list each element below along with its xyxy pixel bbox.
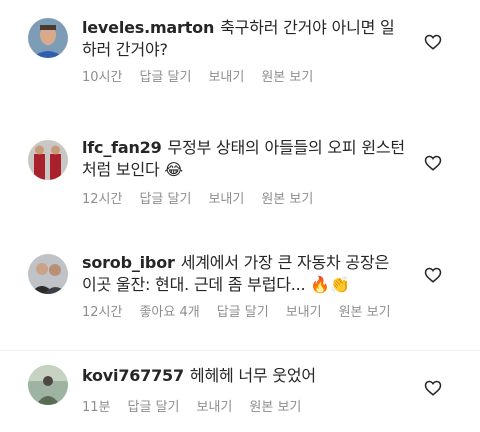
comment-time: 12시간 [82, 192, 123, 207]
reply-button[interactable]: 답글 달기 [217, 305, 269, 320]
comment-actions: 11분 답글 달기 보내기 원본 보기 [82, 396, 318, 415]
comment-text-block: kovi767757 헤헤헤 너무 웃었어 [82, 365, 407, 387]
heart-icon[interactable] [424, 154, 442, 172]
send-button[interactable]: 보내기 [286, 305, 322, 320]
avatar-image [28, 140, 68, 180]
comment-body: 헤헤헤 너무 웃었어 [189, 366, 316, 385]
comment-time: 10시간 [82, 70, 123, 85]
comment-username[interactable]: lfc_fan29 [82, 138, 162, 157]
see-original-button[interactable]: 원본 보기 [249, 400, 301, 415]
comment-actions: 10시간 답글 달기 보내기 원본 보기 [82, 66, 330, 85]
avatar[interactable] [28, 140, 68, 180]
comment-username[interactable]: kovi767757 [82, 366, 184, 385]
heart-icon[interactable] [424, 33, 442, 51]
comment-time: 12시간 [82, 305, 123, 320]
send-button[interactable]: 보내기 [208, 70, 244, 85]
reply-button[interactable]: 답글 달기 [139, 192, 191, 207]
see-original-button[interactable]: 원본 보기 [261, 70, 313, 85]
heart-icon[interactable] [424, 379, 442, 397]
comment-time: 11분 [82, 400, 111, 415]
avatar-image [28, 18, 68, 58]
send-button[interactable]: 보내기 [197, 400, 233, 415]
comment-text-block: lfc_fan29 무정부 상태의 아들들의 오피 윈스턴처럼 보인다 😂 [82, 137, 407, 181]
reply-button[interactable]: 답글 달기 [128, 400, 180, 415]
likes-count[interactable]: 좋아요 4개 [139, 305, 199, 320]
avatar-image [28, 365, 68, 405]
comment-username[interactable]: leveles.marton [82, 18, 214, 37]
comment-actions: 12시간 좋아요 4개 답글 달기 보내기 원본 보기 [82, 301, 408, 320]
avatar-image [28, 254, 68, 294]
comment-text-block: sorob_ibor 세계에서 가장 큰 자동차 공장은 이곳 울잔: 현대. 근… [82, 252, 407, 296]
avatar[interactable] [28, 365, 68, 405]
comment-actions: 12시간 답글 달기 보내기 원본 보기 [82, 188, 330, 207]
send-button[interactable]: 보내기 [208, 192, 244, 207]
avatar[interactable] [28, 18, 68, 58]
see-original-button[interactable]: 원본 보기 [339, 305, 391, 320]
heart-icon[interactable] [424, 266, 442, 284]
comment-username[interactable]: sorob_ibor [82, 253, 175, 272]
divider [0, 350, 480, 351]
avatar[interactable] [28, 254, 68, 294]
see-original-button[interactable]: 원본 보기 [261, 192, 313, 207]
reply-button[interactable]: 답글 달기 [139, 70, 191, 85]
comment-text-block: leveles.marton 축구하러 간거야 아니면 일하러 간거야? [82, 17, 407, 61]
